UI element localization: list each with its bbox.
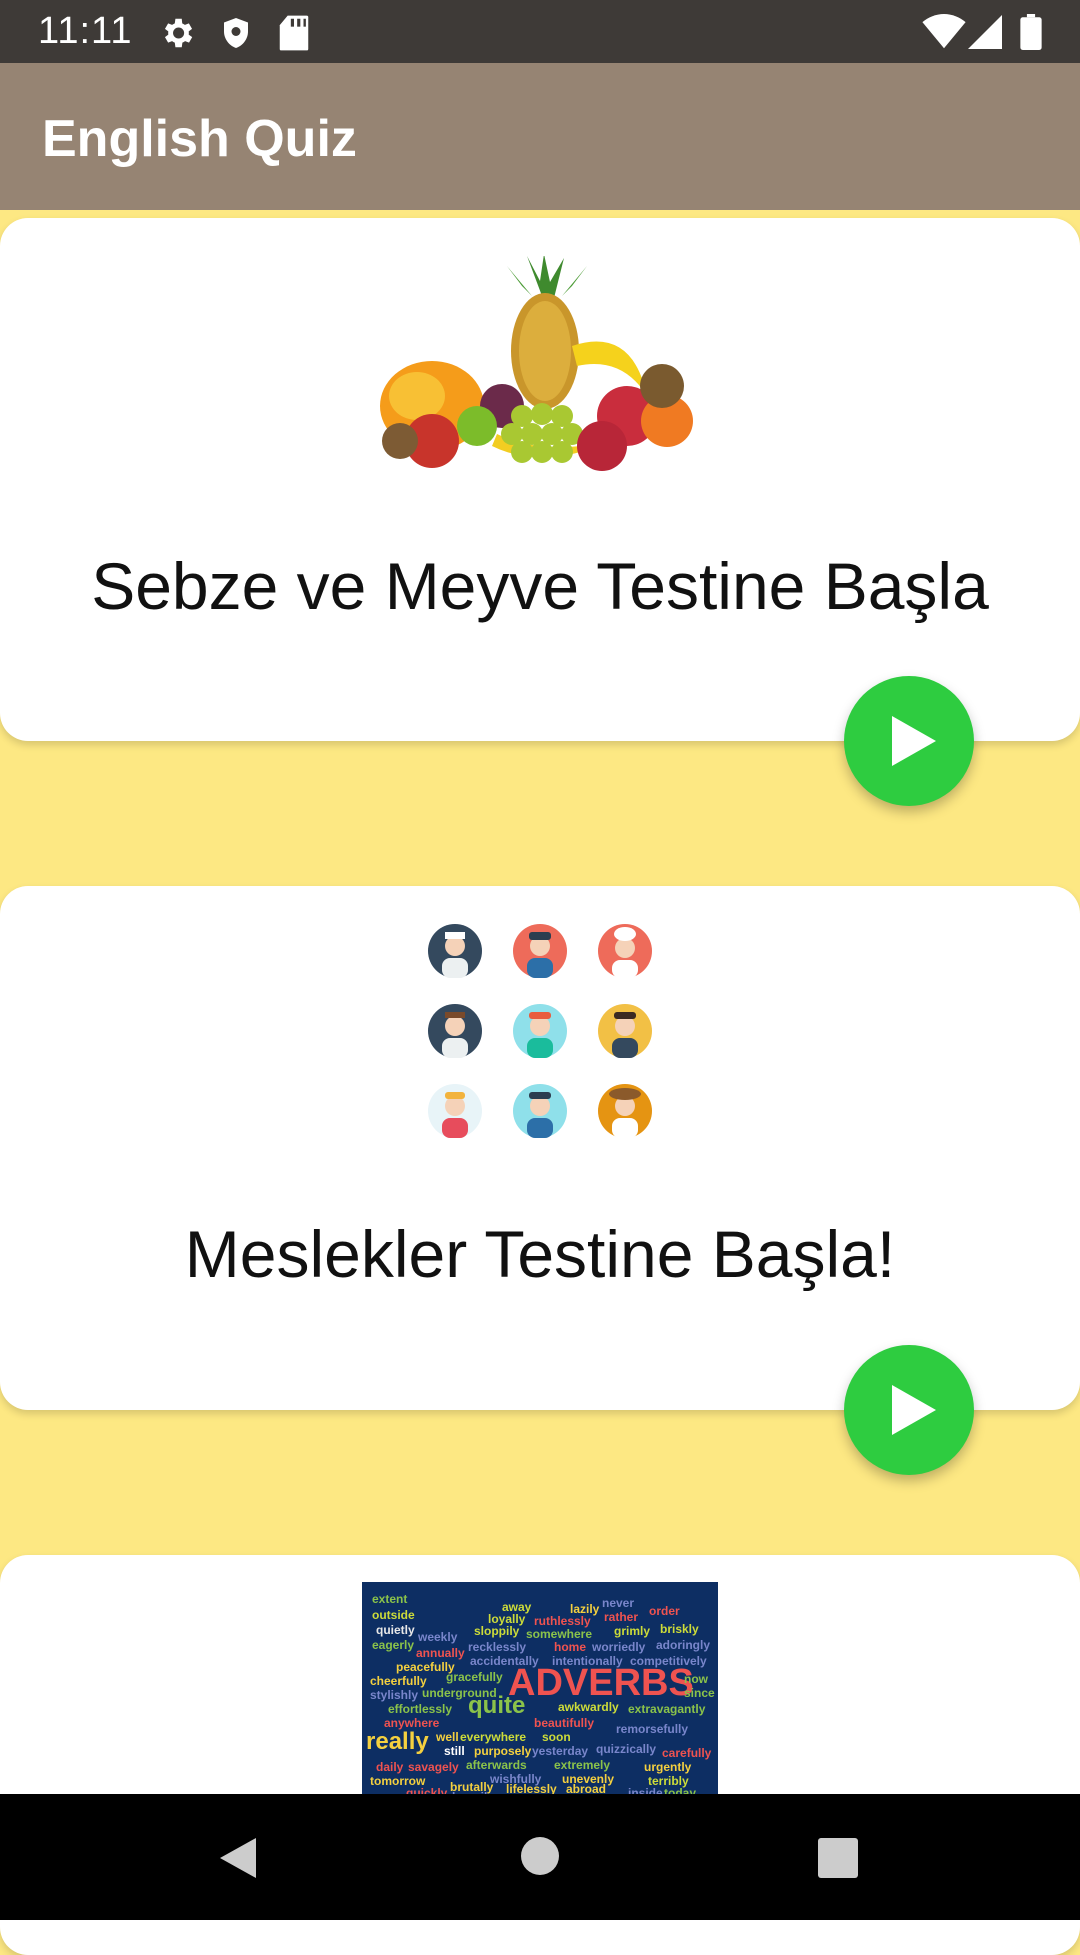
fruits-image	[380, 256, 693, 471]
cloud-word: somewhere	[526, 1627, 593, 1641]
cloud-word: soon	[542, 1730, 571, 1744]
cloud-word: extremely	[554, 1758, 611, 1772]
cloud-word: awkwardly	[558, 1700, 619, 1714]
cloud-word: gracefully	[446, 1670, 503, 1684]
cloud-word: order	[649, 1604, 680, 1618]
play-icon	[892, 1385, 936, 1435]
cloud-word: rather	[604, 1610, 639, 1624]
cloud-word: weekly	[418, 1630, 458, 1644]
cloud-word: stylishly	[370, 1688, 419, 1702]
cloud-word: briskly	[660, 1622, 699, 1636]
home-icon[interactable]	[520, 1836, 560, 1876]
app-bar: English Quiz	[0, 63, 1080, 210]
app-title: English Quiz	[42, 110, 357, 168]
cloud-word: quizzically	[596, 1742, 657, 1756]
professions-quiz-card[interactable]: Meslekler Testine Başla!	[0, 886, 1080, 1410]
cloud-word: recklessly	[468, 1640, 527, 1654]
cloud-word: savagely	[408, 1760, 459, 1774]
cloud-word: grimly	[614, 1624, 651, 1638]
signal-icon	[968, 15, 1002, 49]
cloud-word: remorsefully	[616, 1722, 689, 1736]
adverbs-word-cloud-image: extent outside quietly eagerly weekly aw…	[362, 1582, 718, 1794]
cloud-word: quite	[468, 1692, 526, 1719]
cloud-word: effortlessly	[388, 1702, 453, 1716]
play-icon	[892, 716, 936, 766]
cloud-word: ADVERBS	[508, 1662, 694, 1704]
cloud-word: yesterday	[532, 1744, 589, 1758]
cloud-word: everywhere	[460, 1730, 527, 1744]
status-time: 11:11	[38, 10, 133, 52]
cloud-word: urgently	[644, 1760, 692, 1774]
shield-icon	[224, 18, 248, 48]
cloud-word: adoringly	[656, 1638, 711, 1652]
cloud-word: carefully	[662, 1746, 712, 1760]
cloud-word: today	[664, 1786, 697, 1794]
recents-icon[interactable]	[818, 1838, 858, 1878]
cloud-word: home	[554, 1640, 587, 1654]
cloud-word: never	[602, 1596, 635, 1610]
cloud-word: quietly	[376, 1623, 415, 1637]
cloud-word: still	[444, 1744, 465, 1758]
cloud-word: purposely	[474, 1744, 532, 1758]
cloud-word: worriedly	[592, 1640, 646, 1654]
fruits-quiz-label: Sebze ve Meyve Testine Başla	[91, 549, 989, 623]
wifi-icon	[922, 14, 966, 49]
cloud-word: extent	[372, 1592, 408, 1606]
cloud-word: eagerly	[372, 1638, 415, 1652]
professions-play-button[interactable]	[844, 1345, 974, 1475]
battery-icon	[1020, 14, 1042, 50]
settings-icon	[164, 18, 193, 48]
cloud-word: since	[684, 1686, 715, 1700]
cloud-word: inside	[628, 1786, 663, 1794]
status-bar: 11:11	[0, 0, 1080, 63]
fruits-play-button[interactable]	[844, 676, 974, 806]
cloud-word: daily	[376, 1760, 404, 1774]
fruits-quiz-card[interactable]: Sebze ve Meyve Testine Başla	[0, 218, 1080, 741]
navigation-bar	[0, 1794, 1080, 1920]
cloud-word: afterwards	[466, 1758, 527, 1772]
cloud-word: quickly	[406, 1786, 448, 1794]
cloud-word: ruthlessly	[534, 1614, 591, 1628]
cloud-word: outside	[372, 1608, 415, 1622]
cloud-word: really	[366, 1728, 429, 1755]
professions-image	[428, 924, 652, 1138]
professions-quiz-label: Meslekler Testine Başla!	[184, 1217, 896, 1291]
cloud-word: beautifully	[534, 1716, 595, 1730]
cloud-word: now	[684, 1672, 708, 1686]
cloud-word: annually	[416, 1646, 465, 1660]
cloud-word: extravagantly	[628, 1702, 706, 1716]
cloud-word: sloppily	[474, 1624, 520, 1638]
cloud-word: cheerfully	[370, 1674, 427, 1688]
cloud-word: well	[436, 1730, 459, 1744]
sd-card-icon	[279, 15, 309, 51]
back-icon[interactable]	[214, 1834, 260, 1882]
